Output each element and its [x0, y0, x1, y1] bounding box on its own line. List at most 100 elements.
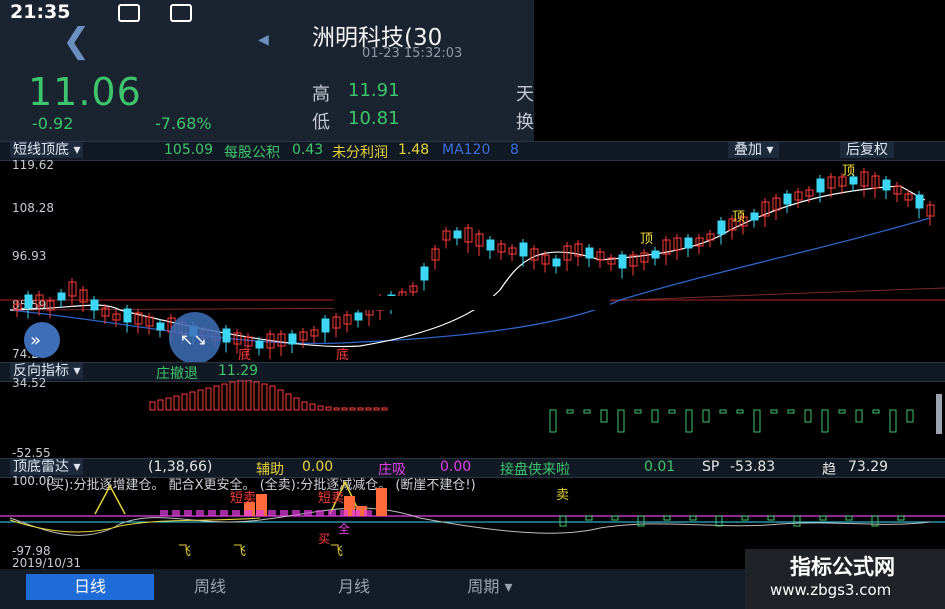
candle: [519, 242, 528, 257]
indicator2-bar-neg: [906, 409, 914, 423]
low-label: 低: [312, 112, 330, 133]
candles-group: [13, 168, 935, 359]
price-change: -0.92: [32, 114, 74, 133]
candle: [783, 193, 792, 205]
indicator2-bar-pos: [341, 407, 348, 411]
indicator2-chart: [149, 380, 942, 434]
indicator2-bar-pos: [269, 385, 276, 411]
absorb-bar: [304, 510, 312, 516]
scrollbar: [936, 394, 942, 434]
candle: [222, 328, 231, 343]
candle: [288, 333, 297, 345]
candle: [585, 247, 594, 259]
quote-time: 01-23 15:32:03: [362, 46, 463, 61]
absorb-bar: [268, 510, 276, 516]
candle: [750, 212, 759, 221]
signal-label: 飞: [233, 544, 247, 559]
high-label: 高: [312, 84, 330, 105]
indicator2-bar-pos: [277, 389, 284, 411]
candle: [486, 239, 495, 251]
absorb-bar: [160, 510, 168, 516]
indicator2-bar-pos: [189, 391, 196, 411]
indicator2-bar-pos: [325, 406, 332, 411]
indicator2-bar-neg: [753, 409, 761, 433]
absorb-bar: [328, 510, 336, 516]
indicator2-bar-neg: [685, 409, 693, 433]
indicator2-bar-pos: [213, 385, 220, 411]
main-value: 105.09: [164, 142, 213, 158]
indicator2-bar-pos: [237, 380, 244, 411]
candle: [156, 322, 165, 331]
indicator3-bars: [160, 488, 905, 527]
candle: [717, 220, 726, 235]
indicator2-bar-pos: [253, 381, 260, 411]
trend-label: 趋: [822, 462, 836, 478]
bagholder-value: 0.01: [644, 459, 676, 475]
candle: [24, 294, 33, 309]
indicator2-bars: [149, 380, 914, 433]
indicator2-bar: [0, 362, 945, 382]
candle: [90, 299, 99, 311]
candle: [321, 318, 330, 333]
sp-label: SP: [702, 459, 720, 475]
candle: [123, 308, 132, 323]
indicator2-bar-pos: [365, 407, 372, 411]
indicator2-bar-neg: [855, 409, 863, 423]
indicator3-params: (1,38,66): [148, 459, 213, 475]
indicator2-bar-neg: [889, 409, 897, 433]
indicator2-bar-pos: [157, 399, 164, 411]
absorb-bar: [208, 510, 216, 516]
back-icon[interactable]: ❮: [62, 24, 91, 58]
indicator2-bar-neg: [634, 409, 642, 414]
high-value: 11.91: [348, 80, 400, 101]
price-change-pct: -7.68%: [155, 114, 212, 133]
candle: [651, 250, 660, 259]
adjust-button[interactable]: 后复权: [840, 142, 894, 158]
main-indicator-dropdown[interactable]: 短线顶底 ▾: [10, 142, 84, 158]
candlestick-chart: » ↖↘: [0, 168, 945, 362]
signal-label: 短卖: [230, 491, 257, 506]
profit-value: 1.48: [398, 142, 430, 158]
indicator2-bar-pos: [373, 407, 380, 411]
indicator2-bar-pos: [149, 401, 156, 411]
overlay-button[interactable]: 叠加 ▾: [728, 142, 780, 158]
absorb-bar: [256, 510, 264, 516]
absorb-bar: [292, 510, 300, 516]
indicator2-bar-neg: [651, 409, 659, 423]
candle: [882, 179, 891, 191]
candle: [684, 237, 693, 249]
indicator2-bar-neg: [872, 409, 880, 414]
tab-period[interactable]: 周期 ▾: [426, 574, 554, 600]
tab-daily[interactable]: 日线: [26, 574, 154, 600]
indicator2-bar-neg: [702, 409, 710, 423]
top-marker: 顶: [842, 164, 856, 179]
indicator2-bar-pos: [317, 405, 324, 411]
candle: [255, 340, 264, 349]
signal-label: 买: [318, 532, 331, 546]
prev-stock-icon[interactable]: ◀: [258, 32, 269, 48]
indicator2-bar-pos: [229, 381, 236, 411]
indicator2-bar-pos: [245, 380, 252, 411]
candle: [915, 194, 924, 209]
indicator3-dropdown[interactable]: 顶底雷达 ▾: [10, 459, 84, 475]
aux-value: 0.00: [302, 459, 334, 475]
indicator2-bar-neg: [838, 409, 846, 414]
ma120-value: 8: [510, 142, 519, 158]
watermark-url: www.zbgs3.com: [770, 581, 892, 599]
indicator2-bar-pos: [173, 395, 180, 411]
absorb-bar: [184, 510, 192, 516]
current-price: 11.06: [28, 70, 142, 114]
indicator2-bar-pos: [205, 387, 212, 411]
absorb-bar: [172, 510, 180, 516]
absorb-bar: [340, 510, 348, 516]
indicator2-bar-pos: [261, 383, 268, 411]
watermark-title: 指标公式网: [790, 555, 895, 579]
indicator2-bar-pos: [333, 407, 340, 411]
absorb-bar: [316, 510, 324, 516]
indicator2-bar-neg: [821, 409, 829, 433]
tab-monthly[interactable]: 月线: [290, 574, 418, 600]
indicator2-bar-pos: [349, 407, 356, 411]
absorb-bar: [232, 510, 240, 516]
indicator2-bar-pos: [357, 407, 364, 411]
tab-weekly[interactable]: 周线: [146, 574, 274, 600]
